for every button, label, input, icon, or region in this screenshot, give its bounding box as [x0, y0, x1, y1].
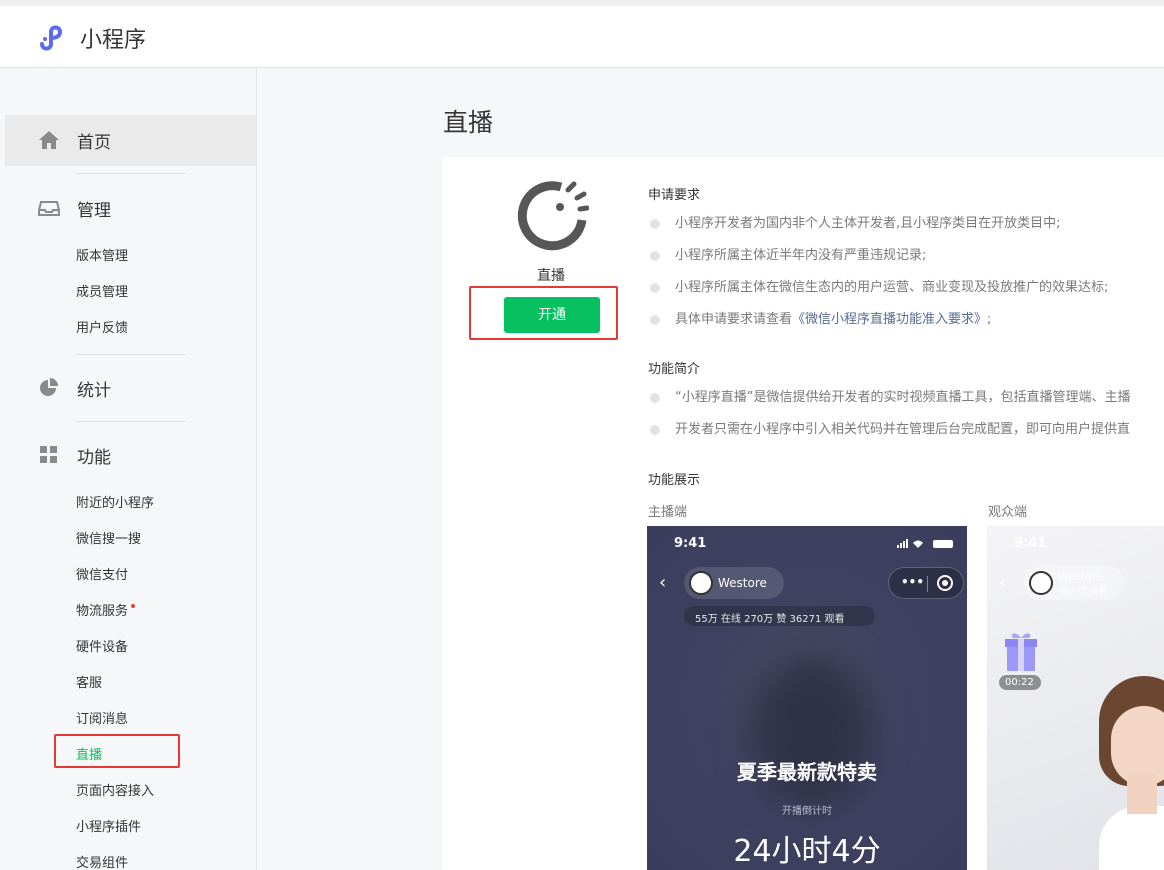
intro-title: 功能简介: [648, 362, 701, 377]
gift-icon[interactable]: [1003, 630, 1039, 674]
grid-icon: [40, 446, 57, 463]
page-title: 直播: [443, 108, 494, 137]
live-feature-name: 直播: [537, 268, 565, 284]
inbox-icon: [38, 201, 60, 216]
new-badge-dot: [131, 604, 135, 608]
store-avatar-icon: [1029, 571, 1053, 595]
sidebar-item-manage[interactable]: 管理: [0, 188, 256, 228]
countdown-value: 24小时4分: [733, 834, 881, 869]
sidebar-divider: [75, 173, 186, 174]
anchor-phone-preview: 9:41 ‹ Westore ••• 55万 在线 270万 赞 36271 观…: [647, 526, 967, 870]
store-pill[interactable]: Westore 36271 观看: [1024, 566, 1124, 600]
sidebar-subitem-service[interactable]: 客服: [76, 674, 102, 694]
sidebar-item-features[interactable]: 功能: [0, 435, 256, 475]
live-stats-pill: 55万 在线 270万 赞 36271 观看: [684, 606, 875, 626]
live-stats-text: 55万 在线 270万 赞 36271 观看: [695, 614, 845, 625]
list-item-text: 开发者只需在小程序中引入相关代码并在管理后台完成配置，即可向用户提供直: [675, 422, 1131, 437]
list-item-suffix: ;: [987, 312, 992, 327]
gift-timer-text: 00:22: [1005, 677, 1034, 688]
requirements-title: 申请要求: [648, 188, 701, 203]
bullet-icon: [650, 283, 660, 293]
sidebar-item-home[interactable]: 首页: [0, 120, 256, 160]
list-item-prefix: 具体申请要求请查看: [675, 312, 793, 327]
list-item: 开发者只需在小程序中引入相关代码并在管理后台完成配置，即可向用户提供直: [648, 421, 1164, 441]
bullet-icon: [650, 315, 660, 325]
gift-timer-badge: 00:22: [999, 675, 1041, 690]
back-chevron-icon[interactable]: ‹: [999, 572, 1006, 593]
bullet-icon: [650, 219, 660, 229]
sidebar: 首页 管理 版本管理 成员管理 用户反馈 统计 功能 附近的小程序 微信搜一搜 …: [0, 68, 257, 870]
live-logo-icon: [517, 181, 589, 251]
sidebar-subitem-feedback[interactable]: 用户反馈: [76, 319, 128, 339]
countdown-label: 开播倒计时: [782, 806, 832, 817]
host-photo: [1099, 656, 1164, 870]
sidebar-subitem-version[interactable]: 版本管理: [76, 247, 128, 267]
list-item-text: 小程序开发者为国内非个人主体开发者,且小程序类目在开放类目中;: [675, 216, 1061, 231]
sidebar-item-label: 统计: [77, 381, 111, 401]
capsule-menu[interactable]: •••: [888, 567, 964, 599]
viewer-side-label: 观众端: [988, 505, 1028, 520]
more-dots-icon[interactable]: •••: [901, 575, 924, 589]
miniprogram-logo-icon: [40, 25, 63, 51]
annotation-highlight-box: [469, 286, 618, 340]
header-bar: 小程序: [0, 6, 1164, 68]
list-item: “小程序直播”是微信提供给开发者的实时视频直播工具，包括直播管理端、主播: [648, 389, 1164, 409]
showcase-title: 功能展示: [648, 473, 701, 488]
annotation-highlight-box: [54, 734, 180, 768]
requirements-doc-link[interactable]: 《微信小程序直播功能准入要求》: [792, 312, 987, 327]
sidebar-subitem-members[interactable]: 成员管理: [76, 283, 128, 303]
close-target-icon[interactable]: [937, 575, 953, 591]
bullet-icon: [650, 251, 660, 261]
status-icons: [897, 539, 953, 548]
pie-chart-icon: [40, 378, 58, 396]
list-item-text: 小程序所属主体近半年内没有严重违规记录;: [675, 248, 927, 263]
list-item-text: “小程序直播”是微信提供给开发者的实时视频直播工具，包括直播管理端、主播: [675, 390, 1131, 405]
viewer-phone-preview: 9:41 ‹ Westore 36271 观看 00:22: [987, 526, 1164, 870]
sidebar-subitem-logistics[interactable]: 物流服务: [76, 602, 128, 622]
sidebar-subitem-page-content[interactable]: 页面内容接入: [76, 782, 154, 802]
sidebar-item-label: 功能: [77, 448, 111, 468]
brand-title[interactable]: 小程序: [80, 22, 146, 54]
back-chevron-icon[interactable]: ‹: [659, 572, 666, 593]
sidebar-item-label: 首页: [77, 133, 111, 153]
list-item-text: 具体申请要求请查看《微信小程序直播功能准入要求》;: [675, 311, 991, 329]
home-icon: [39, 131, 59, 149]
sidebar-divider: [75, 421, 186, 422]
store-avatar-icon: [689, 571, 713, 595]
sidebar-subitem-nearby[interactable]: 附近的小程序: [76, 494, 154, 514]
list-item-text: 小程序所属主体在微信生态内的用户运营、商业变现及投放推广的效果达标;: [675, 280, 1109, 295]
store-pill[interactable]: Westore: [684, 567, 784, 599]
bullet-icon: [650, 393, 660, 403]
status-time: 9:41: [674, 536, 707, 551]
anchor-side-label: 主播端: [648, 505, 688, 520]
sidebar-subitem-pay[interactable]: 微信支付: [76, 566, 128, 586]
sidebar-subitem-search[interactable]: 微信搜一搜: [76, 530, 141, 550]
sidebar-subitem-plugins[interactable]: 小程序插件: [76, 818, 141, 838]
sidebar-item-label: 管理: [77, 201, 111, 221]
sidebar-subitem-hardware[interactable]: 硬件设备: [76, 638, 128, 658]
sidebar-subitem-subscribe[interactable]: 订阅消息: [76, 710, 128, 730]
store-name: Westore: [718, 576, 767, 590]
capsule-divider: [927, 576, 928, 592]
promo-headline: 夏季最新款特卖: [737, 760, 877, 784]
sidebar-subitem-trade[interactable]: 交易组件: [76, 854, 128, 870]
sidebar-divider: [75, 354, 186, 355]
viewer-count: 36271 观看: [1058, 587, 1108, 597]
store-name: Westore: [1058, 570, 1103, 583]
bullet-icon: [650, 425, 660, 435]
status-time: 9:41: [1014, 536, 1047, 551]
sidebar-item-stats[interactable]: 统计: [0, 368, 256, 408]
